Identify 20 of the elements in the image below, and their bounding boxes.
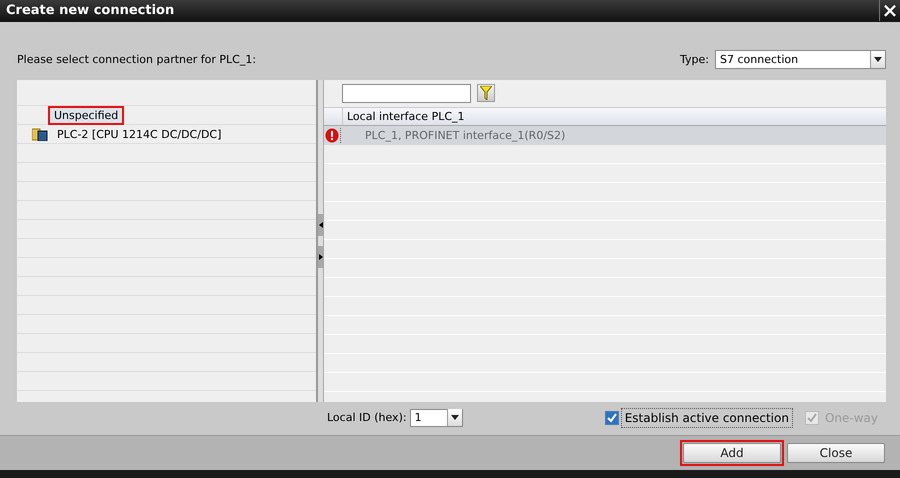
plc-icon	[32, 127, 48, 142]
checkbox-label: Establish active connection	[620, 408, 793, 428]
type-dropdown[interactable]: S7 connection	[715, 50, 886, 70]
category-item[interactable]: Unspecified	[48, 106, 124, 125]
local-id-label: Local ID (hex):	[327, 411, 407, 424]
local-id-dropdown[interactable]: 1	[410, 408, 463, 427]
prompt-text: Please select connection partner for PLC_1:	[17, 53, 256, 66]
close-button[interactable]: ×	[879, 0, 900, 22]
filter-field[interactable]	[342, 84, 471, 103]
filter-button[interactable]	[477, 84, 495, 102]
close-button[interactable]: Close	[787, 443, 885, 464]
window-title: Create new connection	[6, 3, 174, 18]
funnel-icon	[480, 86, 492, 100]
column-header: Local interface PLC_1	[342, 108, 886, 125]
add-button[interactable]: Add	[683, 443, 781, 464]
table-row[interactable]: PLC_1, PROFINET interface_1(R0/S2)	[324, 126, 886, 145]
device-item[interactable]: PLC-2 [CPU 1214C DC/DC/DC]	[51, 124, 228, 144]
type-label: Type:	[680, 53, 709, 66]
checkbox[interactable]	[604, 410, 619, 425]
error-icon	[325, 128, 339, 143]
